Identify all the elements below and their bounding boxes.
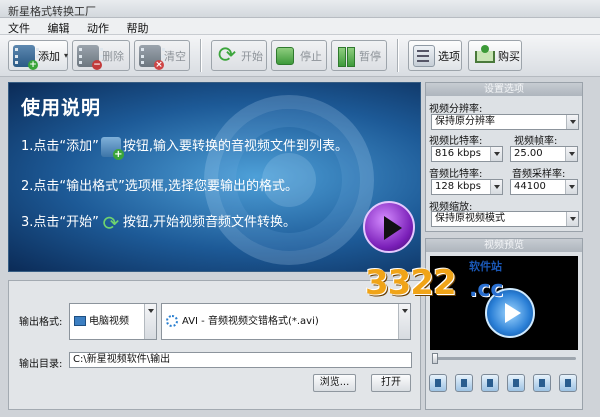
chevron-down-icon	[398, 304, 410, 339]
chevron-down-icon	[565, 180, 577, 194]
banner-title: 使用说明	[21, 97, 102, 119]
add-button[interactable]: + 添加 ▾	[8, 40, 68, 71]
refresh-icon: ⟳	[217, 42, 237, 68]
output-format-label: 输出格式:	[19, 317, 63, 328]
output-dir-input[interactable]: C:\新星视频软件\输出	[69, 352, 412, 368]
audio-samplerate-select[interactable]: 44100	[510, 179, 578, 195]
menu-help[interactable]: 帮助	[119, 18, 155, 36]
delete-film-icon: −	[77, 44, 103, 70]
play-icon	[363, 201, 415, 253]
video-framerate-value: 25.00	[514, 148, 543, 159]
add-button-label: 添加	[38, 49, 60, 63]
seek-thumb[interactable]	[432, 353, 438, 364]
video-resolution-select[interactable]: 保持原分辨率	[431, 114, 579, 130]
video-resolution-label: 视频分辨率:	[429, 104, 483, 115]
video-framerate-select[interactable]: 25.00	[510, 146, 578, 162]
options-list-icon	[413, 44, 435, 67]
video-bitrate-select[interactable]: 816 kbps	[431, 146, 503, 162]
clear-button-label: 清空	[164, 49, 186, 63]
window-title: 新星格式转换工厂	[8, 5, 96, 18]
add-film-icon: +	[13, 44, 39, 70]
chevron-down-icon	[490, 180, 502, 194]
watermark-tag: 软件站	[469, 260, 502, 273]
device-value: 电脑视频	[89, 316, 129, 327]
stop-button[interactable]: 停止	[271, 40, 327, 71]
toolbar-separator	[397, 39, 399, 72]
output-dir-label: 输出目录:	[19, 359, 63, 370]
video-bitrate-label: 视频比特率:	[429, 136, 483, 147]
video-scale-value: 保持原视频模式	[435, 213, 505, 224]
options-button[interactable]: 选项	[408, 40, 462, 71]
start-button-label: 开始	[241, 49, 263, 63]
instruction-step-2: 2.点击“输出格式”选项框,选择您要输出的格式。	[21, 179, 299, 194]
pause-button[interactable]: 暂停	[331, 40, 387, 71]
settings-header: 设置选项	[426, 83, 582, 96]
title-bar: 新星格式转换工厂	[0, 0, 600, 18]
format-value: AVI - 音频视频交错格式(*.avi)	[182, 316, 319, 327]
options-button-label: 选项	[438, 49, 460, 63]
watermark-tld: .cc	[469, 277, 504, 302]
browse-button[interactable]: 浏览...	[313, 374, 356, 392]
menu-file[interactable]: 文件	[0, 18, 36, 36]
video-scale-select[interactable]: 保持原视频模式	[431, 211, 579, 227]
video-framerate-label: 视频帧率:	[514, 136, 558, 147]
video-bitrate-value: 816 kbps	[435, 148, 481, 159]
instruction-step-3: 3.点击“开始” ⟳ 按钮,开始视频音频文件转换。	[21, 211, 296, 233]
seek-slider[interactable]	[432, 353, 576, 364]
open-button[interactable]: 打开	[371, 374, 411, 392]
refresh-icon: ⟳	[102, 210, 120, 235]
instructions-banner: 使用说明 1.点击“添加” 按钮,输入要转换的音视频文件到列表。 2.点击“输出格…	[8, 82, 421, 272]
menu-action[interactable]: 动作	[79, 18, 115, 36]
menu-edit[interactable]: 编辑	[40, 18, 76, 36]
toolbar-separator	[200, 39, 202, 72]
audio-bitrate-select[interactable]: 128 kbps	[431, 179, 503, 195]
stop-icon	[276, 46, 294, 65]
step1-text-a: 1.点击“添加”	[21, 139, 99, 154]
stop-button-label: 停止	[300, 49, 322, 63]
audio-bitrate-value: 128 kbps	[435, 181, 481, 192]
format-icon	[166, 315, 178, 327]
toolbar: + 添加 ▾ − 删除 × 清空 ⟳ 开始 停止 暂停 选项 购买	[0, 35, 600, 77]
pause-icon	[336, 45, 356, 67]
video-resolution-value: 保持原分辨率	[435, 116, 495, 127]
format-select[interactable]: AVI - 音频视频交错格式(*.avi)	[161, 303, 411, 340]
monitor-icon	[74, 316, 86, 326]
chevron-down-icon	[566, 115, 578, 129]
step1-text-b: 按钮,输入要转换的音视频文件到列表。	[122, 139, 349, 154]
clear-film-icon: ×	[139, 44, 165, 70]
start-button[interactable]: ⟳ 开始	[211, 40, 267, 71]
step3-text-b: 按钮,开始视频音频文件转换。	[122, 215, 297, 230]
instruction-step-1: 1.点击“添加” 按钮,输入要转换的音视频文件到列表。	[21, 135, 349, 160]
output-panel	[8, 280, 421, 410]
add-film-icon	[100, 136, 124, 160]
snapshot-button[interactable]	[533, 374, 551, 392]
chevron-down-icon	[565, 147, 577, 161]
pause-button-label: 暂停	[359, 49, 381, 63]
play-button[interactable]	[429, 374, 447, 392]
audio-samplerate-label: 音频采样率:	[512, 169, 566, 180]
cart-icon	[473, 44, 495, 67]
audio-samplerate-value: 44100	[514, 181, 546, 192]
volume-button[interactable]	[507, 374, 525, 392]
stop-button[interactable]	[481, 374, 499, 392]
device-select[interactable]: 电脑视频	[69, 303, 157, 340]
chevron-down-icon	[566, 212, 578, 226]
buy-button[interactable]: 购买	[468, 40, 522, 71]
preview-header: 视频预览	[426, 239, 582, 252]
delete-button-label: 删除	[102, 49, 124, 63]
chevron-down-icon	[144, 304, 156, 339]
clear-button[interactable]: × 清空	[134, 40, 190, 71]
step3-text-a: 3.点击“开始”	[21, 215, 99, 230]
add-dropdown-icon[interactable]: ▾	[64, 51, 68, 60]
menu-bar: 文件 编辑 动作 帮助	[0, 18, 600, 35]
pause-button[interactable]	[455, 374, 473, 392]
site-watermark-logo: 3322 软件站 .cc	[365, 255, 515, 303]
delete-button[interactable]: − 删除	[72, 40, 130, 71]
audio-bitrate-label: 音频比特率:	[429, 169, 483, 180]
chevron-down-icon	[490, 147, 502, 161]
watermark-digits: 3322	[365, 263, 457, 303]
open-folder-button[interactable]	[559, 374, 577, 392]
playback-controls	[429, 374, 577, 392]
buy-button-label: 购买	[498, 49, 520, 63]
